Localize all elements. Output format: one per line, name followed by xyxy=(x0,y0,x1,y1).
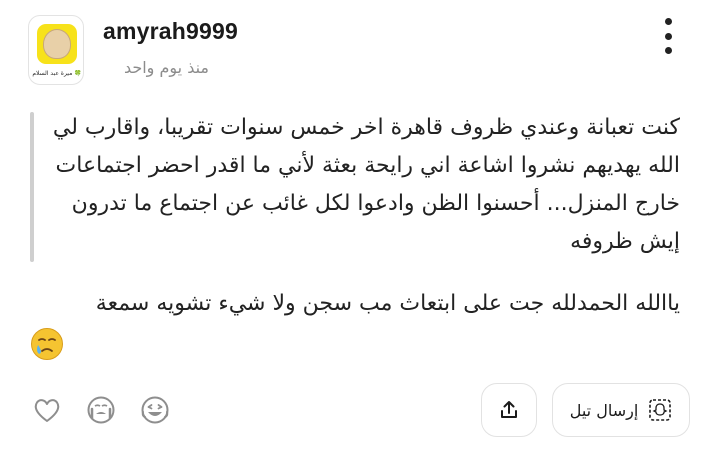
send-snap-label: إرسال تيل xyxy=(569,400,639,420)
share-upload-icon xyxy=(501,401,517,418)
heart-icon[interactable] xyxy=(32,395,62,425)
laughing-face-icon[interactable] xyxy=(140,395,170,425)
more-options-button[interactable] xyxy=(656,16,680,56)
avatar-face xyxy=(43,29,71,59)
crying-face-icon[interactable] xyxy=(86,395,116,425)
more-dot-icon xyxy=(664,18,672,25)
username[interactable]: amyrah9999 xyxy=(103,18,238,45)
share-button[interactable] xyxy=(481,383,537,437)
avatar-caption: ميرة عبد السلام 🍀 xyxy=(32,69,82,77)
more-dot-icon xyxy=(664,47,672,54)
crying-face-emoji xyxy=(31,328,63,360)
avatar[interactable]: ميرة عبد السلام 🍀 xyxy=(28,15,84,85)
post-body: ياالله الحمدلله جت على ابتعاث مب سجن ولا… xyxy=(95,291,680,316)
timestamp: منذ يوم واحد xyxy=(123,58,209,77)
quote-bar xyxy=(30,112,34,262)
more-dot-icon xyxy=(664,32,672,40)
quoted-text: كنت تعبانة وعندي ظروف قاهرة اخر خمس سنوا… xyxy=(52,115,680,254)
ghost-frame-icon xyxy=(649,399,672,421)
send-snap-button[interactable]: إرسال تيل xyxy=(552,383,690,437)
